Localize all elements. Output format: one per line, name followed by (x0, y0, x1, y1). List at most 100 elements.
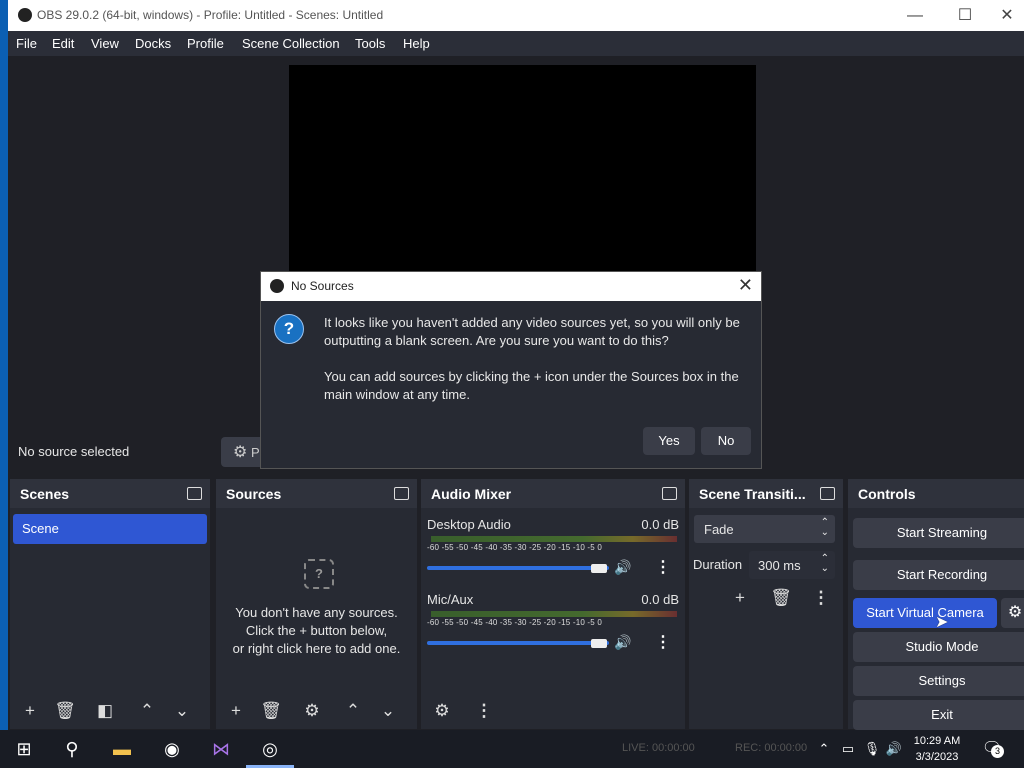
windows-taskbar: ⊞ ⚲ ▬ ◉ ⋈ ◎ LIVE: 00:00:00 REC: 00:00:00… (0, 730, 1024, 768)
settings-button[interactable]: Settings (853, 666, 1024, 696)
visual-studio-icon[interactable]: ⋈ (209, 737, 233, 761)
sources-toolbar: + 🗑 ⚙ ⌃ ⌄ (216, 699, 417, 729)
rec-timer: REC: 00:00:00 (735, 742, 808, 754)
desktop-audio-meter (431, 536, 677, 542)
menu-tools[interactable]: Tools (355, 36, 385, 51)
mixer-menu-icon[interactable]: ⋮ (471, 699, 497, 723)
mic-aux-volume-slider[interactable] (427, 641, 609, 645)
remove-transition-trash-icon[interactable]: 🗑 (768, 586, 794, 610)
studio-mode-button[interactable]: Studio Mode (853, 632, 1024, 662)
menu-edit[interactable]: Edit (52, 36, 74, 51)
duration-label: Duration (693, 557, 743, 572)
advanced-audio-gear-icon[interactable]: ⚙ (429, 699, 455, 723)
spin-arrows-icon[interactable]: ⌃ ⌄ (821, 554, 829, 574)
no-button[interactable]: No (701, 427, 751, 455)
preview-canvas[interactable] (289, 65, 756, 275)
no-source-label: No source selected (18, 444, 130, 459)
duration-spinbox[interactable]: 300 ms ⌃ ⌄ (749, 551, 835, 579)
move-source-up-icon[interactable]: ⌃ (340, 699, 366, 723)
virtual-camera-settings-gear-icon[interactable]: ⚙ (1001, 598, 1024, 628)
menu-view[interactable]: View (91, 36, 119, 51)
speaker-icon[interactable]: 🔊 (614, 634, 631, 651)
desktop-audio-db: 0.0 dB (641, 517, 679, 532)
source-properties-gear-icon[interactable]: ⚙ (299, 699, 325, 723)
add-source-button[interactable]: + (223, 699, 249, 723)
dialog-message: It looks like you haven't added any vide… (324, 315, 740, 348)
transitions-dock-header: Scene Transiti... (689, 479, 843, 508)
remove-source-trash-icon[interactable]: 🗑 (258, 699, 284, 723)
scene-filters-icon[interactable]: ◧ (92, 699, 118, 723)
float-dock-icon[interactable] (820, 487, 835, 500)
desktop-audio-scale: -60 -55 -50 -45 -40 -35 -30 -25 -20 -15 … (427, 543, 603, 552)
audio-mixer-dock-header: Audio Mixer (421, 479, 685, 508)
transition-select[interactable]: Fade ⌃ ⌄ (694, 515, 835, 543)
start-recording-button[interactable]: Start Recording (853, 560, 1024, 590)
dialog-hint: You can add sources by clicking the + ic… (324, 369, 739, 402)
network-icon[interactable]: ▭ (836, 737, 860, 761)
add-transition-button[interactable]: + (727, 586, 753, 610)
gear-icon: ⚙ (233, 444, 248, 461)
maximize-button[interactable]: ☐ (942, 0, 988, 31)
microphone-icon[interactable]: 🎙 (860, 737, 884, 761)
menu-profile[interactable]: Profile (187, 36, 224, 51)
menu-docks[interactable]: Docks (135, 36, 171, 51)
close-button[interactable]: ✕ (984, 0, 1024, 31)
desktop-audio-menu-icon[interactable]: ⋮ (655, 557, 671, 577)
float-dock-icon[interactable] (187, 487, 202, 500)
transitions-title: Scene Transiti... (699, 486, 806, 502)
sources-dock[interactable]: Sources ? You don't have any sources. Cl… (216, 479, 417, 729)
start-streaming-button[interactable]: Start Streaming (853, 518, 1024, 548)
mic-aux-menu-icon[interactable]: ⋮ (655, 632, 671, 652)
dialog-close-icon[interactable]: ✕ (738, 275, 753, 296)
scenes-title: Scenes (20, 486, 70, 502)
add-scene-button[interactable]: + (17, 699, 43, 723)
menu-bar: File Edit View Docks Profile Scene Colle… (8, 31, 1024, 56)
sources-dock-header: Sources (216, 479, 417, 508)
desktop-audio-label: Desktop Audio (427, 517, 511, 532)
taskbar-clock[interactable]: 10:29 AM 3/3/2023 (906, 733, 968, 765)
remove-scene-trash-icon[interactable]: 🗑 (52, 699, 78, 723)
mixer-toolbar: ⚙ ⋮ (421, 699, 685, 729)
desktop-audio-volume-slider[interactable] (427, 566, 609, 570)
menu-help[interactable]: Help (403, 36, 430, 51)
move-scene-down-icon[interactable]: ⌄ (169, 699, 195, 723)
live-timer: LIVE: 00:00:00 (622, 742, 695, 754)
show-hidden-icons-chevron-icon[interactable]: ⌃ (812, 737, 836, 761)
scene-list-item[interactable]: Scene (13, 514, 207, 544)
audio-mixer-title: Audio Mixer (431, 486, 512, 502)
desktop-audio-slider-handle[interactable] (591, 564, 607, 573)
desktop-edge (0, 0, 8, 730)
controls-title: Controls (858, 486, 916, 502)
exit-button[interactable]: Exit (853, 700, 1024, 730)
speaker-icon[interactable]: 🔊 (614, 559, 631, 576)
mic-aux-slider-handle[interactable] (591, 639, 607, 648)
transition-menu-icon[interactable]: ⋮ (808, 586, 834, 610)
scenes-dock-header: Scenes (10, 479, 210, 508)
scenes-toolbar: + 🗑 ◧ ⌃ ⌄ (10, 699, 210, 729)
notification-count-badge: 3 (991, 745, 1004, 758)
menu-file[interactable]: File (16, 36, 37, 51)
minimize-button[interactable]: — (892, 0, 938, 31)
file-explorer-icon[interactable]: ▬ (110, 737, 134, 761)
dialog-title: No Sources (291, 279, 354, 293)
sources-title: Sources (226, 486, 282, 502)
volume-icon[interactable]: 🔊 (882, 737, 906, 761)
controls-dock: Controls Start Streaming Start Recording… (848, 479, 1024, 730)
float-dock-icon[interactable] (662, 487, 677, 500)
chrome-icon[interactable]: ◉ (160, 737, 184, 761)
mic-aux-label: Mic/Aux (427, 592, 474, 607)
start-virtual-camera-button[interactable]: Start Virtual Camera (853, 598, 997, 628)
duration-value: 300 ms (758, 558, 801, 573)
obs-taskbar-icon[interactable]: ◎ (258, 737, 282, 761)
move-scene-up-icon[interactable]: ⌃ (134, 699, 160, 723)
search-icon[interactable]: ⚲ (60, 737, 84, 761)
move-source-down-icon[interactable]: ⌄ (375, 699, 401, 723)
audio-mixer-dock: Audio Mixer Desktop Audio 0.0 dB -60 -55… (421, 479, 685, 729)
window-title: OBS 29.0.2 (64-bit, windows) - Profile: … (37, 8, 384, 22)
yes-button[interactable]: Yes (643, 427, 695, 455)
float-dock-icon[interactable] (394, 487, 409, 500)
menu-scene-collection[interactable]: Scene Collection (242, 36, 340, 51)
windows-start-icon[interactable]: ⊞ (12, 737, 36, 761)
mic-aux-db: 0.0 dB (641, 592, 679, 607)
controls-dock-header: Controls (848, 479, 1024, 508)
